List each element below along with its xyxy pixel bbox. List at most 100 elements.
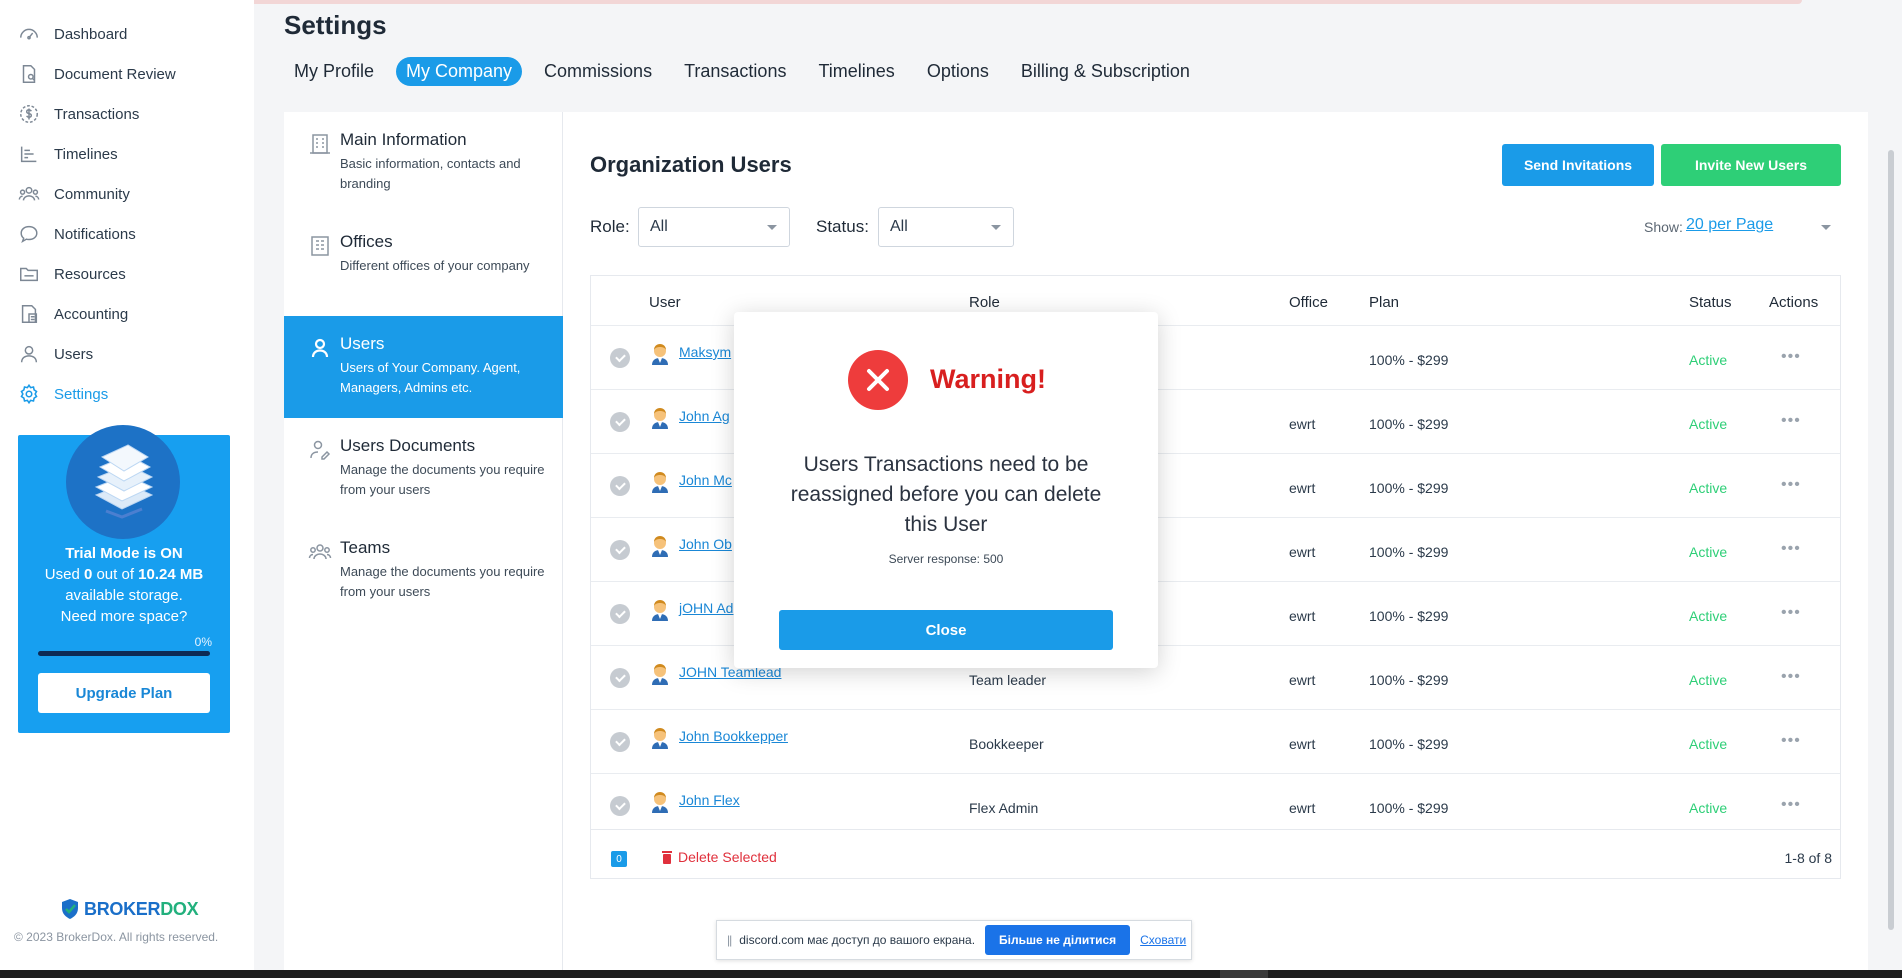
menu-item-title: Teams — [340, 538, 391, 557]
trial-title: Trial Mode is ON — [65, 545, 183, 562]
more-actions-icon[interactable]: ••• — [1781, 348, 1801, 366]
row-checkbox[interactable] — [610, 540, 630, 560]
row-checkbox[interactable] — [610, 348, 630, 368]
sidebar-item-label: Document Review — [54, 65, 176, 83]
trial-info: Trial Mode is ON Used 0 out of 10.24 MB … — [18, 543, 230, 627]
sidebar-item-label: Timelines — [54, 145, 118, 163]
menu-item-teams[interactable]: Teams Manage the documents you require f… — [284, 520, 563, 622]
stop-sharing-button[interactable]: Більше не ділитися — [985, 925, 1131, 955]
sidebar-item-settings[interactable]: Settings — [0, 374, 254, 414]
sidebar-item-notifications[interactable]: Notifications — [0, 214, 254, 254]
status-badge: Active — [1689, 736, 1728, 752]
page-scrollbar[interactable] — [1888, 150, 1894, 930]
timeline-icon — [20, 146, 37, 163]
user-name-link[interactable]: jOHN Ad — [679, 600, 733, 616]
user-office: ewrt — [1289, 480, 1316, 496]
role-filter-select[interactable]: All — [638, 207, 790, 247]
page-size-label: Show: — [1644, 219, 1683, 235]
warning-modal: Warning! Users Transactions need to be r… — [734, 312, 1158, 668]
sidebar-item-dashboard[interactable]: Dashboard — [0, 14, 254, 54]
sidebar-item-timelines[interactable]: Timelines — [0, 134, 254, 174]
close-button[interactable]: Close — [779, 610, 1113, 650]
menu-item-users-documents[interactable]: Users Documents Manage the documents you… — [284, 418, 563, 520]
column-header-actions: Actions — [1769, 294, 1819, 311]
sidebar-item-community[interactable]: Community — [0, 174, 254, 214]
user-icon — [311, 338, 329, 358]
tab-billing-subscription[interactable]: Billing & Subscription — [1011, 57, 1200, 86]
user-icon — [20, 345, 38, 363]
hide-link[interactable]: Сховати — [1140, 933, 1186, 947]
delete-selected-button[interactable]: Delete Selected — [661, 849, 777, 865]
user-plan: 100% - $299 — [1369, 736, 1449, 752]
menu-item-title: Offices — [340, 232, 393, 251]
user-plan: 100% - $299 — [1369, 544, 1449, 560]
row-checkbox[interactable] — [610, 796, 630, 816]
tab-timelines[interactable]: Timelines — [808, 57, 904, 86]
menu-item-title: Main Information — [340, 130, 467, 149]
sidebar-item-accounting[interactable]: Accounting — [0, 294, 254, 334]
community-icon — [18, 186, 40, 201]
more-actions-icon[interactable]: ••• — [1781, 412, 1801, 430]
status-badge: Active — [1689, 416, 1728, 432]
office-icon — [311, 236, 329, 256]
server-response: Server response: 500 — [888, 552, 1004, 566]
row-checkbox[interactable] — [610, 604, 630, 624]
sidebar-item-label: Dashboard — [54, 25, 128, 43]
os-taskbar — [0, 970, 1902, 978]
sidebar-item-label: Settings — [54, 385, 109, 403]
menu-item-subtitle: Basic information, contacts and branding — [340, 156, 521, 191]
user-avatar-icon — [652, 408, 668, 429]
tab-options[interactable]: Options — [917, 57, 999, 86]
user-name-link[interactable]: John Mc — [679, 472, 732, 488]
drag-handle[interactable]: || — [727, 933, 732, 947]
sidebar-item-resources[interactable]: Resources — [0, 254, 254, 294]
column-header-user[interactable]: User — [649, 294, 681, 311]
column-header-role[interactable]: Role — [969, 294, 1000, 311]
user-name-link[interactable]: John Flex — [679, 792, 740, 808]
row-checkbox[interactable] — [610, 476, 630, 496]
more-actions-icon[interactable]: ••• — [1781, 796, 1801, 814]
tab-my-profile[interactable]: My Profile — [284, 57, 384, 86]
upgrade-plan-button[interactable]: Upgrade Plan — [38, 673, 210, 713]
sidebar-item-document-review[interactable]: Document Review — [0, 54, 254, 94]
more-actions-icon[interactable]: ••• — [1781, 668, 1801, 686]
user-name-link[interactable]: John Ob — [679, 536, 732, 552]
user-name-link[interactable]: John Ag — [679, 408, 730, 424]
menu-item-users[interactable]: Users Users of Your Company. Agent, Mana… — [284, 316, 563, 418]
column-header-office[interactable]: Office — [1289, 294, 1328, 311]
send-invitations-button[interactable]: Send Invitations — [1502, 144, 1654, 186]
tab-transactions[interactable]: Transactions — [674, 57, 796, 86]
brand-name: BROKERDOX — [84, 898, 199, 919]
user-name-link[interactable]: Maksym — [679, 344, 731, 360]
more-actions-icon[interactable]: ••• — [1781, 604, 1801, 622]
table-footer: 0 Delete Selected 1-8 of 8 — [591, 829, 1840, 879]
row-checkbox[interactable] — [610, 668, 630, 688]
status-filter-label: Status: — [816, 217, 869, 236]
brand-logo: BROKERDOX — [60, 898, 199, 920]
page-size-select[interactable]: 20 per Page — [1686, 216, 1773, 234]
more-actions-icon[interactable]: ••• — [1781, 540, 1801, 558]
column-header-plan[interactable]: Plan — [1369, 294, 1399, 311]
menu-item-main-information[interactable]: Main Information Basic information, cont… — [284, 112, 563, 214]
pagination-info: 1-8 of 8 — [1784, 850, 1832, 866]
top-strip — [0, 0, 1902, 6]
tab-commissions[interactable]: Commissions — [534, 57, 662, 86]
row-checkbox[interactable] — [610, 732, 630, 752]
menu-item-offices[interactable]: Offices Different offices of your compan… — [284, 214, 563, 316]
folder-icon — [20, 267, 38, 282]
column-header-status[interactable]: Status — [1689, 294, 1732, 311]
status-filter-select[interactable]: All — [878, 207, 1014, 247]
sidebar-item-transactions[interactable]: Transactions — [0, 94, 254, 134]
user-avatar-icon — [652, 600, 668, 621]
user-name-link[interactable]: John Bookkepper — [679, 728, 788, 744]
chevron-down-icon[interactable] — [1821, 225, 1831, 230]
modal-title: Warning! — [930, 364, 1046, 394]
sidebar-item-users[interactable]: Users — [0, 334, 254, 374]
row-checkbox[interactable] — [610, 412, 630, 432]
sidebar-item-label: Accounting — [54, 305, 129, 323]
more-actions-icon[interactable]: ••• — [1781, 732, 1801, 750]
invite-new-users-button[interactable]: Invite New Users — [1661, 144, 1841, 186]
tab-my-company[interactable]: My Company — [396, 57, 523, 86]
more-actions-icon[interactable]: ••• — [1781, 476, 1801, 494]
dashboard-icon — [20, 28, 38, 40]
